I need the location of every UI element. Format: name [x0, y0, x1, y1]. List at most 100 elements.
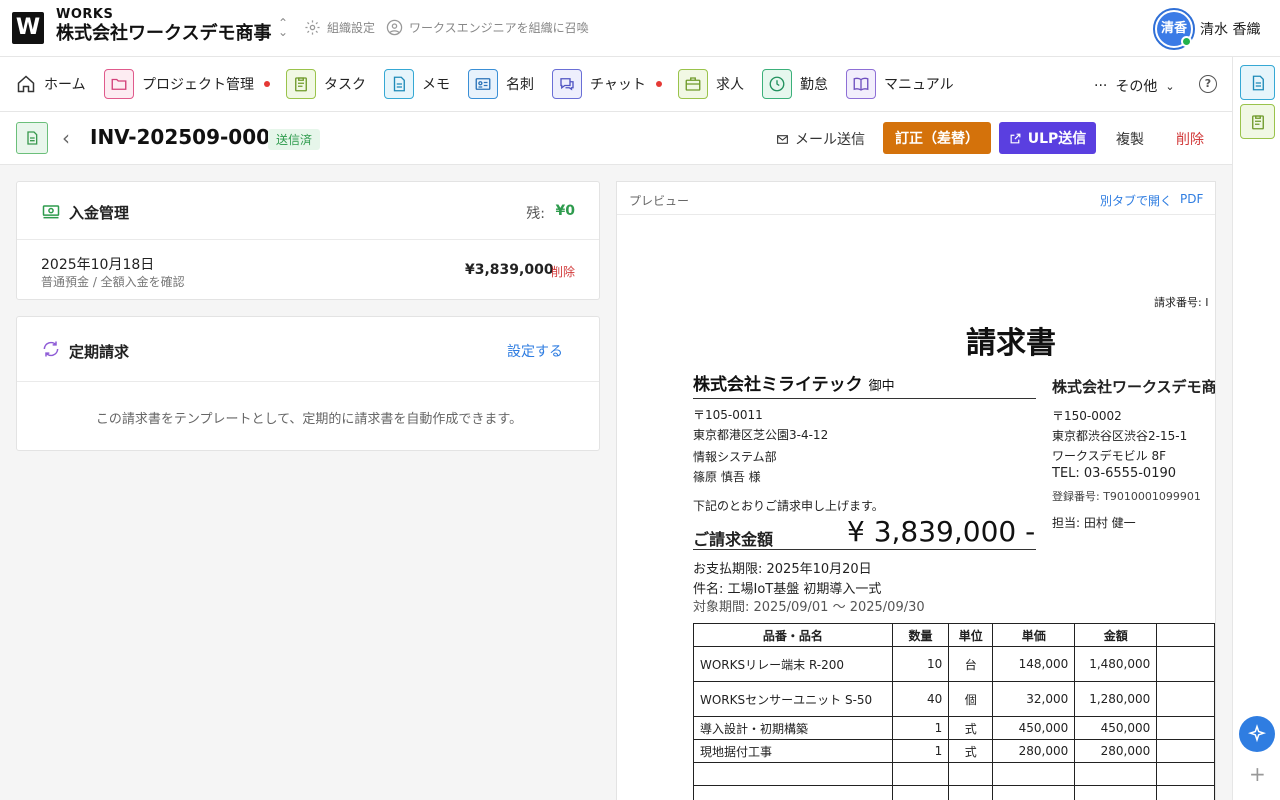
table-row: 現地据付工事 1 式 280,000 280,000: [693, 739, 1215, 763]
customer-zip: 〒105-0011: [693, 408, 763, 422]
subject: 件名: 工場IoT基盤 初期導入一式: [693, 582, 882, 597]
open-new-tab-link[interactable]: 別タブで開く: [1100, 192, 1172, 209]
recurring-title: 定期請求: [69, 343, 130, 361]
invite-engineer-link[interactable]: ワークスエンジニアを組織に召喚: [386, 19, 589, 36]
clipboard-icon: [286, 69, 316, 99]
ulp-send-button[interactable]: ULP送信: [999, 122, 1096, 154]
gear-icon: [305, 20, 320, 35]
invoice-preview: プレビュー 別タブで開く PDF 請求番号: I 請求書 株式会社ミライテック …: [616, 181, 1216, 800]
nav-label: プロジェクト管理: [142, 77, 254, 93]
nav-item-home[interactable]: ホーム: [16, 68, 86, 100]
rail-document-button[interactable]: [1240, 65, 1275, 100]
nav-item-jobs[interactable]: 求人: [678, 68, 744, 100]
amount-rule: [693, 549, 1036, 550]
nav-more-button[interactable]: ··· その他 ⌄: [1094, 76, 1175, 96]
recurring-setup-link[interactable]: 設定する: [507, 341, 563, 361]
row-name: 現地据付工事: [693, 739, 893, 763]
help-icon[interactable]: ?: [1199, 75, 1217, 93]
send-mail-button[interactable]: メール送信: [776, 129, 865, 149]
table-row: WORKSリレー端末 R-200 10 台 148,000 1,480,000: [693, 646, 1215, 682]
row-amount: 1,480,000: [1074, 646, 1158, 682]
user-circle-icon: [386, 19, 403, 36]
more-label: その他: [1115, 79, 1158, 95]
avatar[interactable]: 清香: [1153, 8, 1195, 50]
row-price: 280,000: [992, 739, 1076, 763]
row-unit: 個: [948, 681, 994, 717]
nav-item-manual[interactable]: マニュアル: [846, 68, 954, 100]
delete-button[interactable]: 削除: [1176, 129, 1204, 149]
org-settings-label: 組織設定: [327, 21, 376, 35]
correct-replace-button[interactable]: 訂正（差替）: [883, 122, 991, 154]
due-date: お支払期限: 2025年10月20日: [693, 562, 872, 577]
clipboard-icon: [1251, 114, 1264, 129]
nav-label: ホーム: [44, 77, 86, 93]
nav-item-attendance[interactable]: 勤怠: [762, 68, 828, 100]
issuer-tel: TEL: 03-6555-0190: [1052, 466, 1177, 481]
row-price: 148,000: [992, 646, 1076, 682]
chat-icon: [552, 69, 582, 99]
pdf-link[interactable]: PDF: [1180, 192, 1203, 206]
status-badge: 送信済: [268, 129, 321, 150]
send-mail-label: メール送信: [795, 132, 865, 148]
table-row-empty: [693, 785, 1215, 800]
clock-icon: [762, 69, 792, 99]
row-amount: 280,000: [1074, 739, 1158, 763]
issuer-zip: 〒150-0002: [1052, 409, 1122, 423]
org-settings-link[interactable]: 組織設定: [304, 19, 375, 36]
header-extra: [1156, 623, 1215, 647]
table-row: WORKSセンサーユニット S-50 40 個 32,000 1,280,000: [693, 681, 1215, 717]
row-unit: 台: [948, 646, 994, 682]
works-logo[interactable]: W: [12, 12, 44, 44]
duplicate-button[interactable]: 複製: [1116, 129, 1144, 149]
briefcase-icon: [678, 69, 708, 99]
brand-name: WORKS: [56, 7, 114, 22]
payment-delete-button[interactable]: 削除: [551, 263, 575, 280]
payment-card-header: 入金管理 残: ¥0: [17, 182, 599, 240]
payment-card: 入金管理 残: ¥0 2025年10月18日 普通預金 / 全額入金を確認 ¥3…: [16, 181, 600, 300]
nav-item-task[interactable]: タスク: [286, 68, 366, 100]
row-name: WORKSリレー端末 R-200: [693, 646, 893, 682]
nav-item-card[interactable]: 名刺: [468, 68, 534, 100]
row-amount: 450,000: [1074, 716, 1158, 740]
rail-clipboard-button[interactable]: [1240, 104, 1275, 139]
payment-date: 2025年10月18日: [41, 257, 155, 273]
row-name: WORKSセンサーユニット S-50: [693, 681, 893, 717]
org-switch-icon[interactable]: ⌃ ⌄: [278, 17, 288, 38]
invoice-amount: ¥ 3,839,000 -: [847, 515, 1036, 548]
document-icon: [384, 69, 414, 99]
ulp-send-label: ULP送信: [1027, 131, 1087, 147]
user-name[interactable]: 清水 香織: [1200, 19, 1260, 39]
nav-label: 求人: [716, 77, 744, 93]
top-header: W WORKS 株式会社ワークスデモ商事 ⌃ ⌄ 組織設定 ワークスエンジニアを組…: [0, 0, 1280, 57]
row-price: 450,000: [992, 716, 1076, 740]
ai-assistant-button[interactable]: [1239, 716, 1275, 752]
org-brand[interactable]: WORKS 株式会社ワークスデモ商事: [56, 8, 271, 43]
sparkle-icon: [1247, 724, 1267, 743]
nav-item-chat[interactable]: チャット: [552, 68, 662, 100]
notification-dot: [655, 81, 662, 87]
balance-label: 残:: [526, 206, 545, 222]
org-name: 株式会社ワークスデモ商事: [56, 23, 272, 44]
row-qty: 40: [891, 681, 950, 717]
add-icon[interactable]: +: [1249, 764, 1266, 784]
table-header-row: 品番・品名 数量 単位 単価 金額: [693, 623, 1215, 647]
balance-value: ¥0: [555, 203, 575, 219]
back-chevron-icon[interactable]: ‹: [62, 126, 70, 150]
nav-label: 勤怠: [800, 77, 828, 93]
items-table: 品番・品名 数量 単位 単価 金額 WORKSリレー端末 R-200 10 台 …: [693, 623, 1215, 800]
nav-label: チャット: [590, 77, 646, 93]
customer-person: 篠原 慎吾 様: [693, 470, 761, 484]
nav-label: マニュアル: [884, 77, 954, 93]
nav-item-project[interactable]: プロジェクト管理: [104, 68, 270, 100]
row-extra: [1156, 646, 1215, 682]
row-qty: 1: [891, 716, 950, 740]
right-rail: [1232, 57, 1280, 800]
nav-item-memo[interactable]: メモ: [384, 68, 450, 100]
nav-label: タスク: [324, 77, 366, 93]
recurring-description: この請求書をテンプレートとして、定期的に請求書を自動作成できます。: [95, 412, 523, 427]
amount-label: ご請求金額: [693, 530, 774, 549]
greeting-text: 下記のとおりご請求申し上げます。: [693, 499, 884, 513]
invoice-title: 請求書: [966, 326, 1056, 361]
nav-label: メモ: [422, 77, 450, 93]
invoice-number-title: INV-202509-0001: [90, 125, 284, 149]
